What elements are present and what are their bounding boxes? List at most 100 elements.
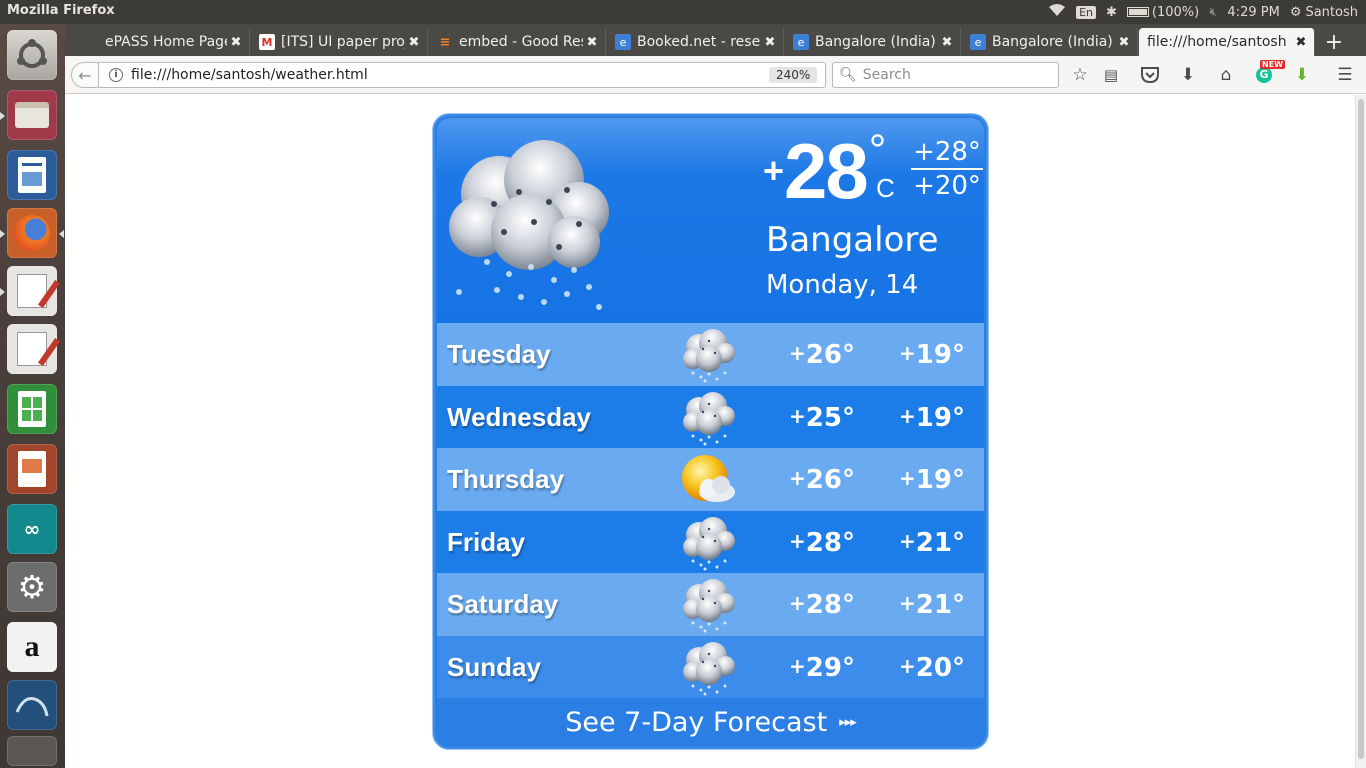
forecast-low: +21° [899,528,965,558]
temp-degree: ° [868,126,887,175]
navigation-toolbar: ← i file:///home/santosh/weather.html 24… [65,56,1366,94]
bookmark-star-icon[interactable]: ☆ [1069,64,1091,86]
rain-cloud-icon [683,391,735,445]
weather-widget: + 28 ° C +28° +20° Bangalore Monday, 14 … [433,114,988,749]
clock[interactable]: 4:29 PM [1227,5,1279,20]
current-weather: + 28 ° C +28° +20° Bangalore Monday, 14 [437,118,984,323]
close-icon[interactable]: ✖ [1115,35,1133,50]
tab-label: Bangalore (India) [992,34,1113,50]
site-info-icon[interactable]: i [109,68,123,82]
text-editor-icon-2[interactable] [7,324,61,374]
tab-stackoverflow[interactable]: ≡ embed - Good Res ✖ [429,28,606,56]
temp-unit: C [876,173,895,203]
keyboard-layout-indicator[interactable]: En [1076,5,1096,19]
back-button[interactable]: ← [71,62,99,88]
plus-sign: + [789,591,806,615]
pocket-icon[interactable] [1139,64,1161,86]
downloads-icon[interactable]: ⬇ [1177,64,1199,86]
tab-epass[interactable]: ePASS Home Page ✖ [75,28,250,56]
grammarly-icon[interactable]: G NEW [1253,60,1285,86]
download-helper-icon[interactable]: ⬇ [1291,64,1313,86]
wifi-icon[interactable] [1048,3,1066,21]
stackoverflow-icon: ≡ [439,34,451,50]
forecast-low: +19° [899,403,965,433]
url-text: file:///home/santosh/weather.html [131,67,368,83]
mysql-workbench-icon[interactable] [7,680,57,730]
forecast-low-value: 19° [915,340,965,370]
trash-icon[interactable] [7,736,57,766]
tab-bangalore-2[interactable]: e Bangalore (India) ✖ [962,28,1138,56]
bookmarks-menu-icon[interactable]: ▤ [1100,64,1122,86]
libreoffice-writer-icon[interactable] [7,150,57,200]
temp-sign: + [763,150,785,191]
close-icon[interactable]: ✖ [583,35,601,50]
plus-sign: + [789,466,806,490]
plus-sign: + [899,403,916,428]
url-bar[interactable]: i file:///home/santosh/weather.html 240%… [98,62,850,88]
tab-gmail[interactable]: M [ITS] UI paper proj ✖ [251,28,428,56]
scrollbar-thumb[interactable] [1358,99,1364,759]
forecast-high-value: 26° [805,340,855,370]
home-icon[interactable]: ⌂ [1215,64,1237,86]
forecast-high: +26° [789,340,855,370]
plus-sign: + [789,403,806,428]
gmail-icon: M [259,34,275,50]
session-menu[interactable]: ⚙ Santosh [1290,5,1358,20]
ubuntu-launcher: ∞ ⚙ a [0,24,65,768]
forecast-high-value: 28° [805,527,855,558]
volume-muted-icon[interactable]: 🔇︎ [1209,5,1217,20]
plus-sign: + [789,653,806,678]
page-scrollbar[interactable] [1355,95,1366,768]
running-indicator [0,230,5,238]
today-high-low: +28° +20° [911,136,983,202]
forecast-row-wednesday: Wednesday +25° +19° [437,385,984,448]
system-settings-icon[interactable]: ⚙ [7,562,57,612]
tab-label: Bangalore (India) [815,34,936,50]
tab-booked[interactable]: e Booked.net - reser ✖ [607,28,784,56]
plus-sign: + [899,528,916,553]
bluetooth-icon[interactable]: ✱ [1106,5,1117,20]
user-name: Santosh [1305,4,1358,20]
libreoffice-calc-icon[interactable] [7,384,57,434]
forecast-low-value: 19° [915,402,965,433]
forecast-high: +28° [789,528,855,558]
firefox-icon[interactable] [7,208,57,258]
close-icon[interactable]: ✖ [761,35,779,50]
forecast-high: +29° [789,653,855,683]
tab-bangalore-1[interactable]: e Bangalore (India) ✖ [785,28,961,56]
zoom-level-badge[interactable]: 240% [769,67,818,83]
search-icon: 🔍︎ [839,67,857,83]
current-date: Monday, 14 [766,270,919,300]
amazon-icon[interactable]: a [7,622,57,672]
forecast-high: +26° [789,465,855,495]
tab-label: embed - Good Res [459,34,583,50]
forecast-row-sunday: Sunday +29° +20° [437,635,984,698]
tab-label: file:///home/santosh [1147,34,1287,50]
close-icon[interactable]: ✖ [1292,35,1310,50]
close-icon[interactable]: ✖ [227,35,245,50]
plus-sign: + [899,653,916,678]
arduino-icon[interactable]: ∞ [7,504,57,554]
search-bar[interactable]: 🔍︎ Search [832,62,1059,88]
rain-cloud-icon [683,641,735,695]
forecast-low-value: 21° [915,527,965,558]
close-icon[interactable]: ✖ [938,35,956,50]
tab-label: [ITS] UI paper proj [281,34,405,50]
hamburger-menu-icon[interactable]: ☰ [1334,64,1356,86]
forecast-list: Tuesday +26° +19° Wednesday +25° +19° Th… [437,323,984,698]
new-tab-button[interactable]: + [1319,28,1349,56]
forecast-high-value: 29° [805,652,855,683]
ubuntu-dash-icon[interactable] [7,30,57,80]
tab-weather-file[interactable]: file:///home/santosh ✖ [1139,28,1315,56]
forecast-high-value: 25° [805,402,855,433]
booked-icon: e [970,34,986,50]
files-icon[interactable] [7,90,57,140]
battery-indicator[interactable]: (100%) [1126,5,1199,20]
libreoffice-impress-icon[interactable] [7,444,57,494]
focused-indicator [59,230,64,238]
close-icon[interactable]: ✖ [405,35,423,50]
text-editor-icon[interactable] [7,266,61,316]
see-7-day-forecast-link[interactable]: See 7-Day Forecast ▸▸▸ [437,699,984,745]
forecast-low: +19° [899,340,965,370]
tab-label: ePASS Home Page [105,34,227,50]
